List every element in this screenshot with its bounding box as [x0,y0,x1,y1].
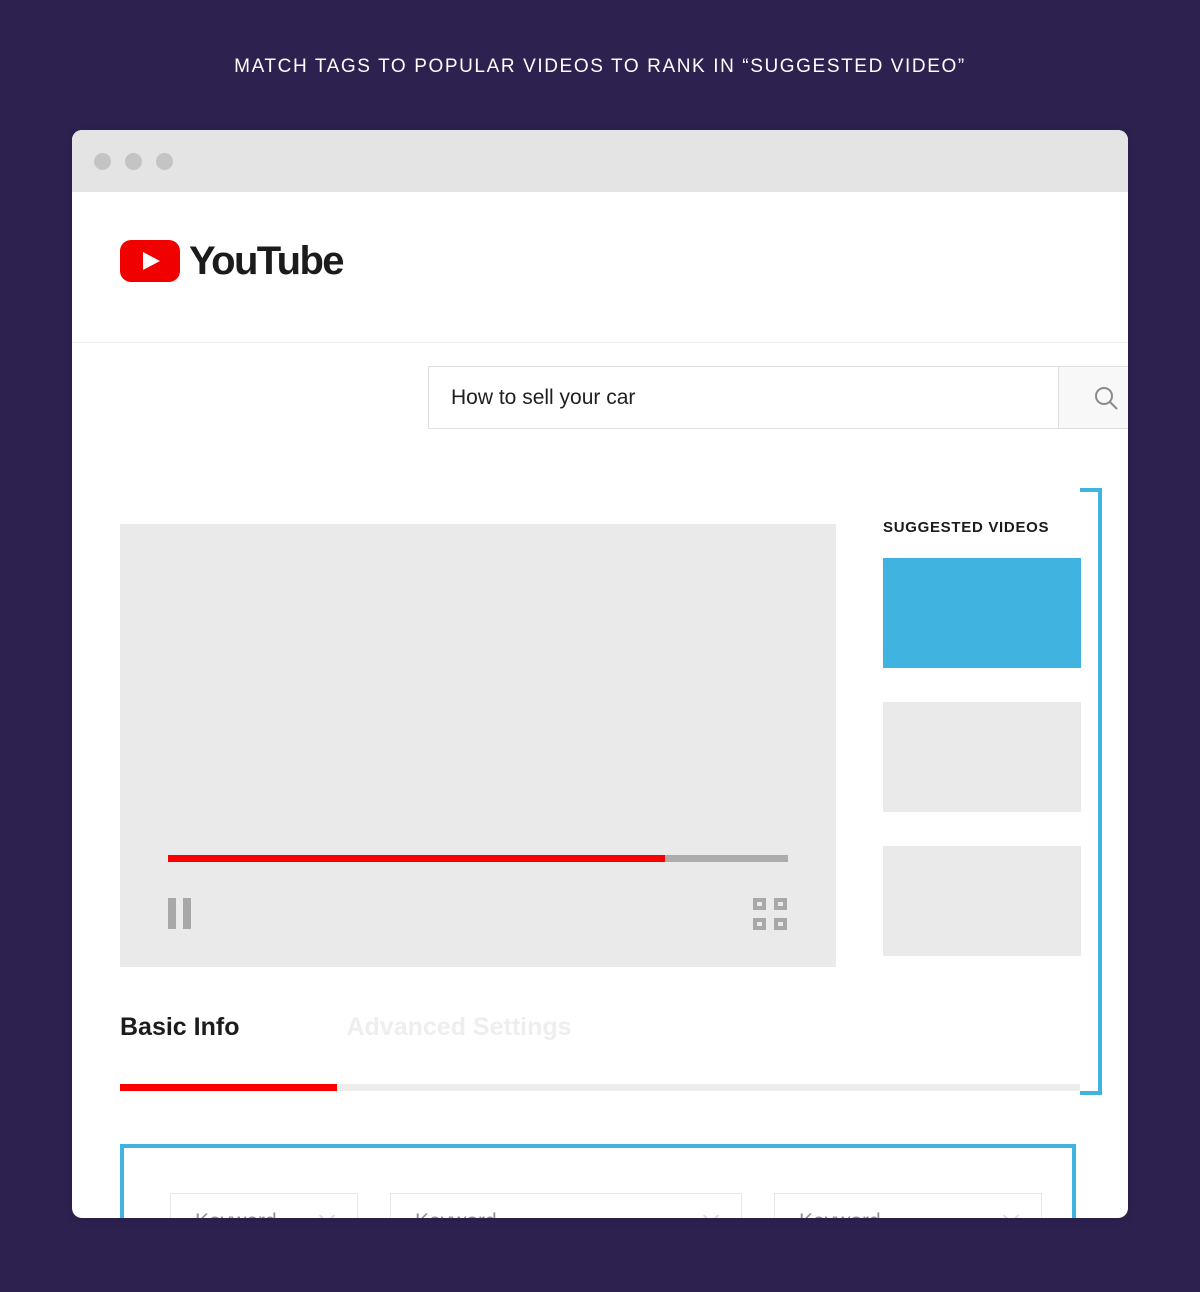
suggested-video-thumbnail-1[interactable] [883,558,1081,668]
video-player[interactable] [120,524,836,967]
window-controls [94,153,173,170]
suggested-video-thumbnail-3[interactable] [883,846,1081,956]
keyword-chip-label: Keyword [195,1210,277,1219]
minimize-dot-icon[interactable] [125,153,142,170]
tab-underline [120,1084,1080,1091]
keyword-tags-container: Keyword Keyword Keyword [120,1144,1076,1218]
suggested-video-thumbnail-2[interactable] [883,702,1081,812]
tab-basic-info[interactable]: Basic Info [120,1015,239,1040]
browser-window: YouTube How to sell your car SUGGESTED V… [72,130,1128,1218]
tab-advanced-settings[interactable]: Advanced Settings [346,1015,571,1040]
keyword-chip[interactable]: Keyword [390,1192,742,1219]
fullscreen-icon[interactable] [753,898,787,930]
youtube-header: YouTube [72,192,1128,429]
youtube-play-badge-icon [120,240,180,282]
maximize-dot-icon[interactable] [156,153,173,170]
close-icon[interactable] [315,1210,339,1219]
youtube-wordmark: YouTube [189,239,345,283]
browser-titlebar [72,130,1128,192]
close-dot-icon[interactable] [94,153,111,170]
suggested-videos-panel: SUGGESTED VIDEOS [883,519,1081,990]
close-icon[interactable] [699,1210,723,1219]
suggested-videos-title: SUGGESTED VIDEOS [883,519,1050,536]
progress-bar-fill [168,855,666,862]
progress-bar-track[interactable] [168,855,788,862]
keyword-chip-label: Keyword [799,1210,881,1219]
tab-bar: Basic Info Advanced Settings [120,1015,1080,1091]
pause-icon[interactable] [168,898,191,929]
page-title: MATCH TAGS TO POPULAR VIDEOS TO RANK IN … [234,56,966,77]
keyword-chip[interactable]: Keyword [774,1192,1042,1219]
youtube-body: SUGGESTED VIDEOS Basic Info Advanced Set… [72,344,1128,1218]
keyword-chip[interactable]: Keyword [170,1192,358,1219]
keyword-chip-label: Keyword [415,1210,497,1219]
close-icon[interactable] [999,1210,1023,1219]
youtube-logo[interactable]: YouTube [120,239,345,283]
